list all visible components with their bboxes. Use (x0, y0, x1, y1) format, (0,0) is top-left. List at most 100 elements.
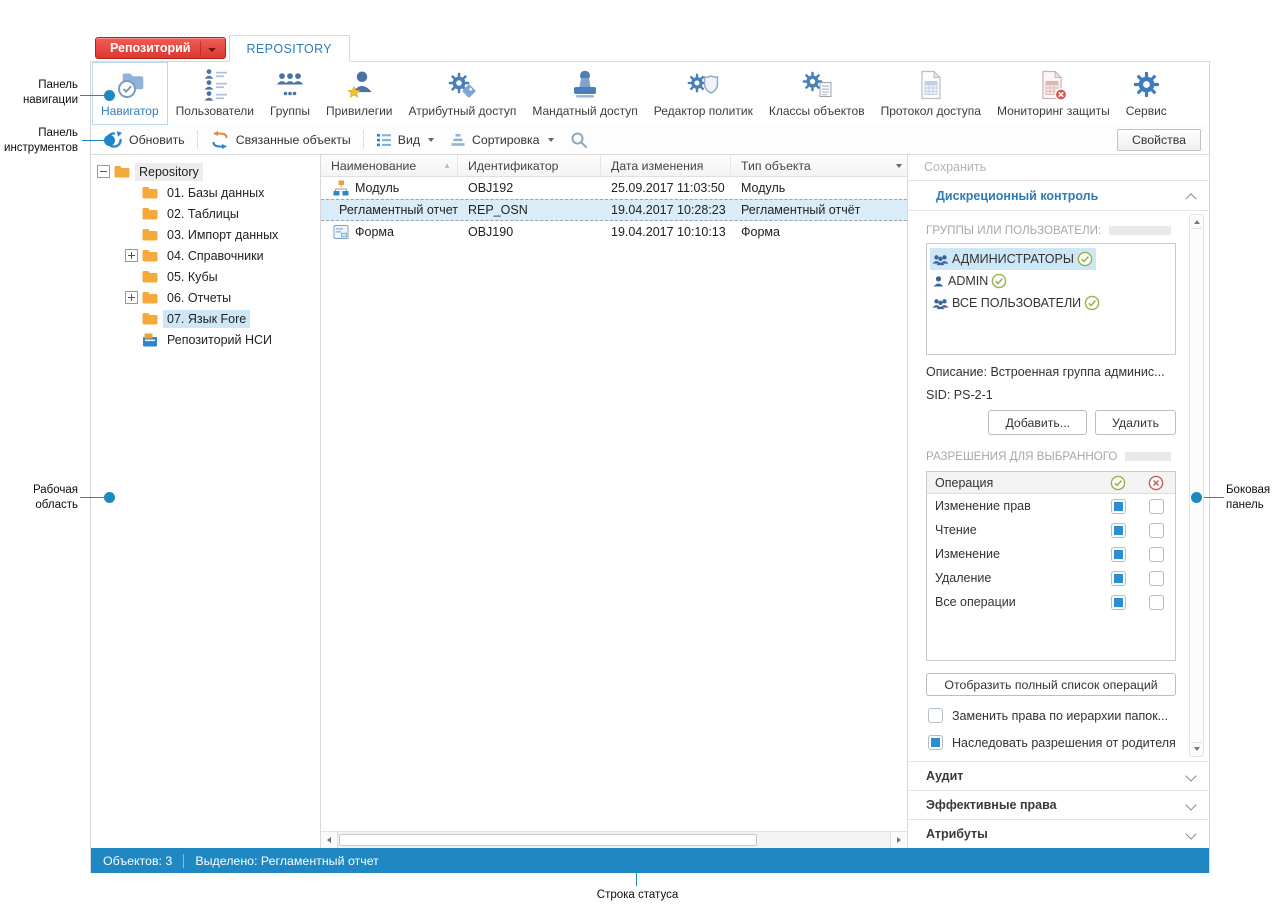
search-button[interactable] (562, 128, 596, 152)
principal-admin[interactable]: ADMIN (930, 270, 1010, 292)
principal-administrators[interactable]: АДМИНИСТРАТОРЫ (930, 248, 1096, 270)
properties-button[interactable]: Свойства (1117, 129, 1201, 151)
allow-checkbox[interactable] (1111, 547, 1126, 562)
nav-item-privileges[interactable]: Привилегии (318, 62, 401, 125)
nav-item-groups[interactable]: Группы (262, 62, 318, 125)
callout-dot (104, 90, 115, 101)
section-header-audit[interactable]: Аудит (908, 761, 1209, 790)
save-button[interactable]: Сохранить (908, 155, 1209, 181)
folder-icon (142, 228, 158, 241)
permission-name: Изменение прав (927, 499, 1099, 513)
scrollbar-thumb[interactable] (339, 834, 757, 846)
tree-item-fore-language[interactable]: 07. Язык Fore (91, 308, 320, 329)
permission-name: Изменение (927, 547, 1099, 561)
tab-repository[interactable]: REPOSITORY (229, 35, 351, 62)
replace-rights-checkbox-row[interactable]: Заменить права по иерархии папок... (926, 708, 1183, 723)
tree-item-data-import[interactable]: 03. Импорт данных (91, 224, 320, 245)
collapse-chevron-icon (1185, 193, 1196, 204)
section-header-discretionary-control[interactable]: Дискреционный контроль (908, 181, 1209, 211)
tree-item-nsi-repository[interactable]: Репозиторий НСИ (91, 329, 320, 350)
nav-item-policy-editor[interactable]: Редактор политик (646, 62, 761, 125)
add-button[interactable]: Добавить... (988, 410, 1087, 435)
sorting-icon (450, 132, 466, 148)
tree-item-label: 06. Отчеты (163, 289, 235, 307)
deny-checkbox[interactable] (1149, 595, 1164, 610)
principal-all-users[interactable]: ВСЕ ПОЛЬЗОВАТЕЛИ (930, 292, 1103, 314)
deny-checkbox[interactable] (1149, 523, 1164, 538)
table-row-regular-report[interactable]: Регламентный отчет REP_OSN 19.04.2017 10… (321, 199, 907, 221)
view-button[interactable]: Вид (368, 128, 442, 152)
nav-item-object-classes[interactable]: Классы объектов (761, 62, 873, 125)
toolbar-separator (363, 131, 364, 149)
permission-row[interactable]: Удаление (927, 566, 1175, 590)
vertical-scrollbar[interactable] (1189, 214, 1204, 757)
deny-checkbox[interactable] (1149, 499, 1164, 514)
tree-item-repository[interactable]: Repository (91, 161, 320, 182)
horizontal-scrollbar[interactable] (321, 831, 907, 848)
nav-item-security-monitoring[interactable]: Мониторинг защиты (989, 62, 1118, 125)
folder-icon (114, 165, 130, 178)
permission-row[interactable]: Чтение (927, 518, 1175, 542)
column-header-identifier[interactable]: Идентификатор (458, 155, 601, 176)
replace-rights-checkbox[interactable] (928, 708, 943, 723)
section-header-effective-rights[interactable]: Эффективные права (908, 790, 1209, 819)
expand-expander-icon[interactable] (125, 249, 138, 262)
nav-item-attribute-access[interactable]: Атрибутный доступ (401, 62, 525, 125)
show-full-list-button[interactable]: Отобразить полный список операций (926, 673, 1176, 696)
section-header-attributes[interactable]: Атрибуты (908, 819, 1209, 848)
nav-item-users[interactable]: Пользователи (168, 62, 262, 125)
scroll-left-button[interactable] (321, 832, 338, 848)
permission-row[interactable]: Изменение (927, 542, 1175, 566)
principals-list[interactable]: АДМИНИСТРАТОРЫ ADMIN (926, 243, 1176, 355)
cell-type: Регламентный отчёт (731, 203, 907, 217)
permission-row[interactable]: Изменение прав (927, 494, 1175, 518)
nav-item-service[interactable]: Сервис (1118, 62, 1175, 125)
column-header-type[interactable]: Тип объекта (731, 155, 907, 176)
permissions-label: РАЗРЕШЕНИЯ ДЛЯ ВЫБРАННОГО (926, 450, 1117, 463)
related-objects-button[interactable]: Связанные объекты (202, 128, 359, 152)
column-header-name[interactable]: Наименование ▲ (321, 155, 458, 176)
scroll-up-button[interactable] (1191, 216, 1202, 229)
cell-type: Форма (731, 225, 907, 239)
delete-button[interactable]: Удалить (1095, 410, 1176, 435)
table-row-module[interactable]: Модуль OBJ192 25.09.2017 11:03:50 Модуль (321, 177, 907, 199)
folder-icon (142, 312, 158, 325)
tree-item-dictionaries[interactable]: 04. Справочники (91, 245, 320, 266)
repository-menu-button[interactable]: Репозиторий (95, 37, 226, 59)
allow-checkbox[interactable] (1111, 571, 1126, 586)
tree-item-cubes[interactable]: 05. Кубы (91, 266, 320, 287)
folder-icon (142, 249, 158, 262)
permission-name: Чтение (927, 523, 1099, 537)
permission-row[interactable]: Все операции (927, 590, 1175, 614)
expand-expander-icon[interactable] (125, 291, 138, 304)
allow-checkbox[interactable] (1111, 499, 1126, 514)
tree-item-tables[interactable]: 02. Таблицы (91, 203, 320, 224)
callout-line (1204, 497, 1224, 498)
deny-checkbox[interactable] (1149, 571, 1164, 586)
table-row-form[interactable]: Форма OBJ190 19.04.2017 10:10:13 Форма (321, 221, 907, 243)
annotation-side-panel: Боковая панель (1226, 483, 1285, 513)
cell-identifier: REP_OSN (458, 203, 601, 217)
tree-item-reports[interactable]: 06. Отчеты (91, 287, 320, 308)
inherit-permissions-checkbox[interactable] (928, 735, 943, 750)
sorting-button[interactable]: Сортировка (442, 128, 562, 152)
allow-checkbox[interactable] (1111, 595, 1126, 610)
deny-checkbox[interactable] (1149, 547, 1164, 562)
nav-item-access-protocol[interactable]: Протокол доступа (873, 62, 989, 125)
collapse-expander-icon[interactable] (97, 165, 110, 178)
permissions-table: Операция Изменение прав Чтение (926, 471, 1176, 661)
header-menu-caret-icon[interactable] (896, 164, 902, 168)
folder-icon (142, 270, 158, 283)
side-panel: Сохранить Дискреционный контроль ГРУППЫ … (908, 155, 1209, 848)
sorting-dropdown-caret-icon (548, 138, 554, 142)
allow-checkbox[interactable] (1111, 523, 1126, 538)
inherit-permissions-checkbox-row[interactable]: Наследовать разрешения от родителя (926, 735, 1183, 750)
tree-item-databases[interactable]: 01. Базы данных (91, 182, 320, 203)
annotation-navigation-panel: Панель навигации (4, 78, 78, 108)
security-monitoring-icon (1036, 69, 1070, 101)
scroll-right-button[interactable] (890, 832, 907, 848)
column-header-modified[interactable]: Дата изменения (601, 155, 731, 176)
nav-item-mandatory-access[interactable]: Мандатный доступ (524, 62, 645, 125)
scroll-down-button[interactable] (1191, 742, 1202, 755)
tree-item-label: 03. Импорт данных (163, 226, 282, 244)
